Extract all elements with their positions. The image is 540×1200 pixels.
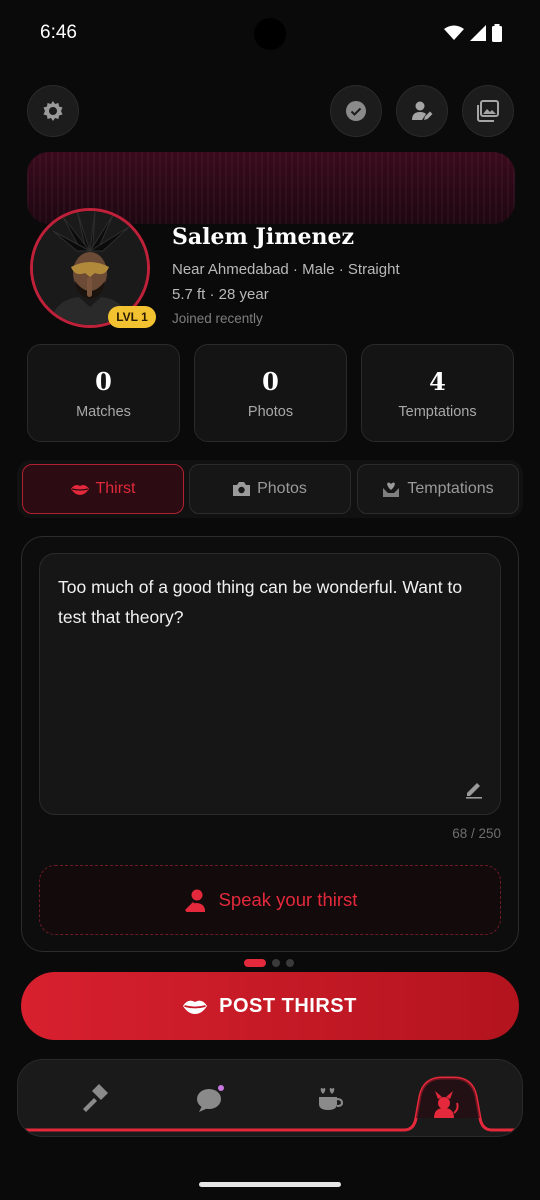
pager-dot-active (244, 959, 266, 967)
tab-label: Thirst (95, 480, 136, 497)
nav-item-chat[interactable] (191, 1078, 231, 1118)
character-counter: 68 / 250 (452, 826, 501, 841)
stat-photos[interactable]: 0 Photos (194, 344, 347, 442)
edit-pencil-icon[interactable] (464, 779, 484, 799)
profile-name: Salem Jimenez (172, 224, 354, 250)
stat-value: 0 (262, 366, 279, 396)
signal-icon (470, 25, 486, 41)
lips-icon (70, 485, 89, 495)
chat-bubble-icon (197, 1085, 224, 1112)
settings-button[interactable] (27, 85, 79, 137)
post-thirst-button[interactable]: POST THIRST (21, 972, 519, 1040)
battery-icon (492, 24, 502, 42)
wifi-icon (444, 25, 464, 40)
gallery-button[interactable] (462, 85, 514, 137)
tab-label: Temptations (407, 480, 494, 497)
heart-hands-icon (383, 482, 400, 497)
nav-item-devil[interactable] (424, 1084, 464, 1124)
stat-value: 4 (429, 366, 446, 396)
stat-label: Photos (247, 403, 294, 420)
camera-cutout (254, 18, 286, 50)
status-time: 6:46 (40, 22, 77, 43)
voice-user-icon (184, 889, 205, 912)
speak-your-thirst-button[interactable]: Speak your thirst (39, 865, 501, 935)
stat-temptations[interactable]: 4 Temptations (361, 344, 514, 442)
level-badge: LVL 1 (108, 306, 156, 328)
pager-dot (272, 959, 280, 967)
coffee-hearts-icon (319, 1087, 343, 1110)
profile-stats-line: 5.7 ft · 28 year (172, 286, 269, 303)
status-icons (444, 24, 502, 42)
pager-dots (244, 959, 294, 967)
thirst-text[interactable]: Too much of a good thing can be wonderfu… (58, 572, 488, 632)
user-edit-icon (412, 101, 433, 120)
stat-label: Temptations (398, 403, 477, 420)
profile-joined: Joined recently (172, 311, 263, 326)
edit-profile-button[interactable] (396, 85, 448, 137)
nav-item-coffee[interactable] (309, 1078, 349, 1118)
stat-value: 0 (95, 366, 112, 396)
camera-icon (233, 482, 251, 496)
tab-thirst[interactable]: Thirst (22, 464, 184, 514)
nav-item-hammer[interactable] (74, 1078, 114, 1118)
verified-button[interactable] (330, 85, 382, 137)
tab-photos[interactable]: Photos (189, 464, 351, 514)
hammer-icon (83, 1084, 108, 1112)
profile-location-line: Near Ahmedabad · Male · Straight (172, 261, 400, 278)
gallery-icon (477, 100, 499, 122)
tab-temptations[interactable]: Temptations (357, 464, 519, 514)
gear-icon (43, 101, 63, 121)
stat-label: Matches (76, 403, 131, 420)
stat-matches[interactable]: 0 Matches (27, 344, 180, 442)
home-indicator (199, 1182, 341, 1187)
speak-button-label: Speak your thirst (218, 889, 358, 910)
pager-dot (286, 959, 294, 967)
devil-icon (434, 1091, 459, 1118)
lips-icon (183, 1000, 208, 1014)
post-button-label: POST THIRST (219, 994, 357, 1017)
tab-label: Photos (257, 480, 307, 497)
verified-badge-icon (346, 101, 366, 121)
